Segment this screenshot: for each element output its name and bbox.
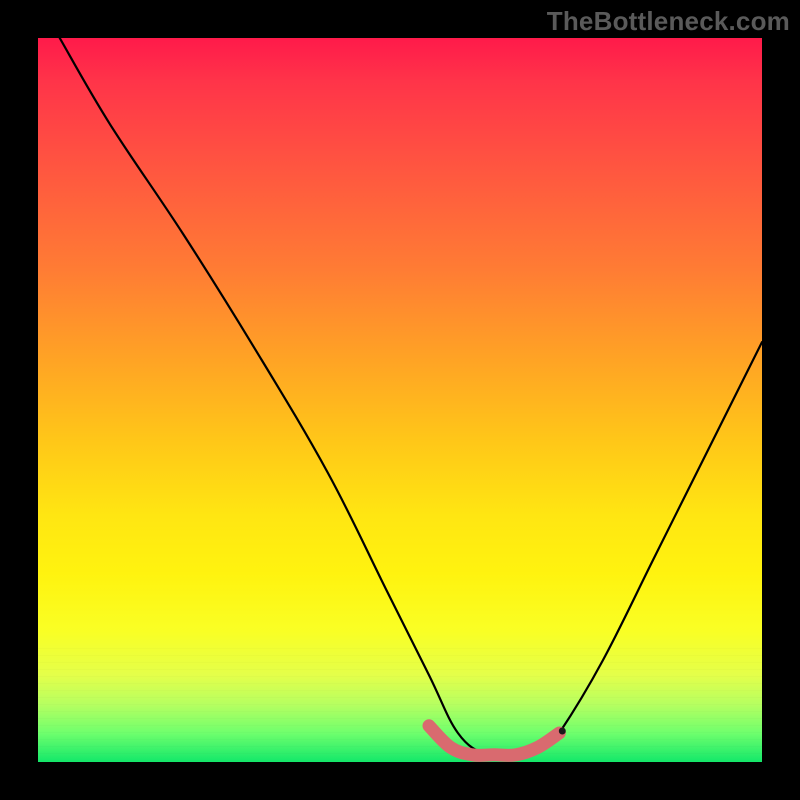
bottleneck-curve (60, 38, 762, 757)
curve-layer (38, 38, 762, 762)
chart-frame: TheBottleneck.com (0, 0, 800, 800)
highlight-segment (429, 726, 559, 756)
highlight-end-dot (559, 728, 566, 735)
watermark-text: TheBottleneck.com (547, 6, 790, 37)
plot-area (38, 38, 762, 762)
